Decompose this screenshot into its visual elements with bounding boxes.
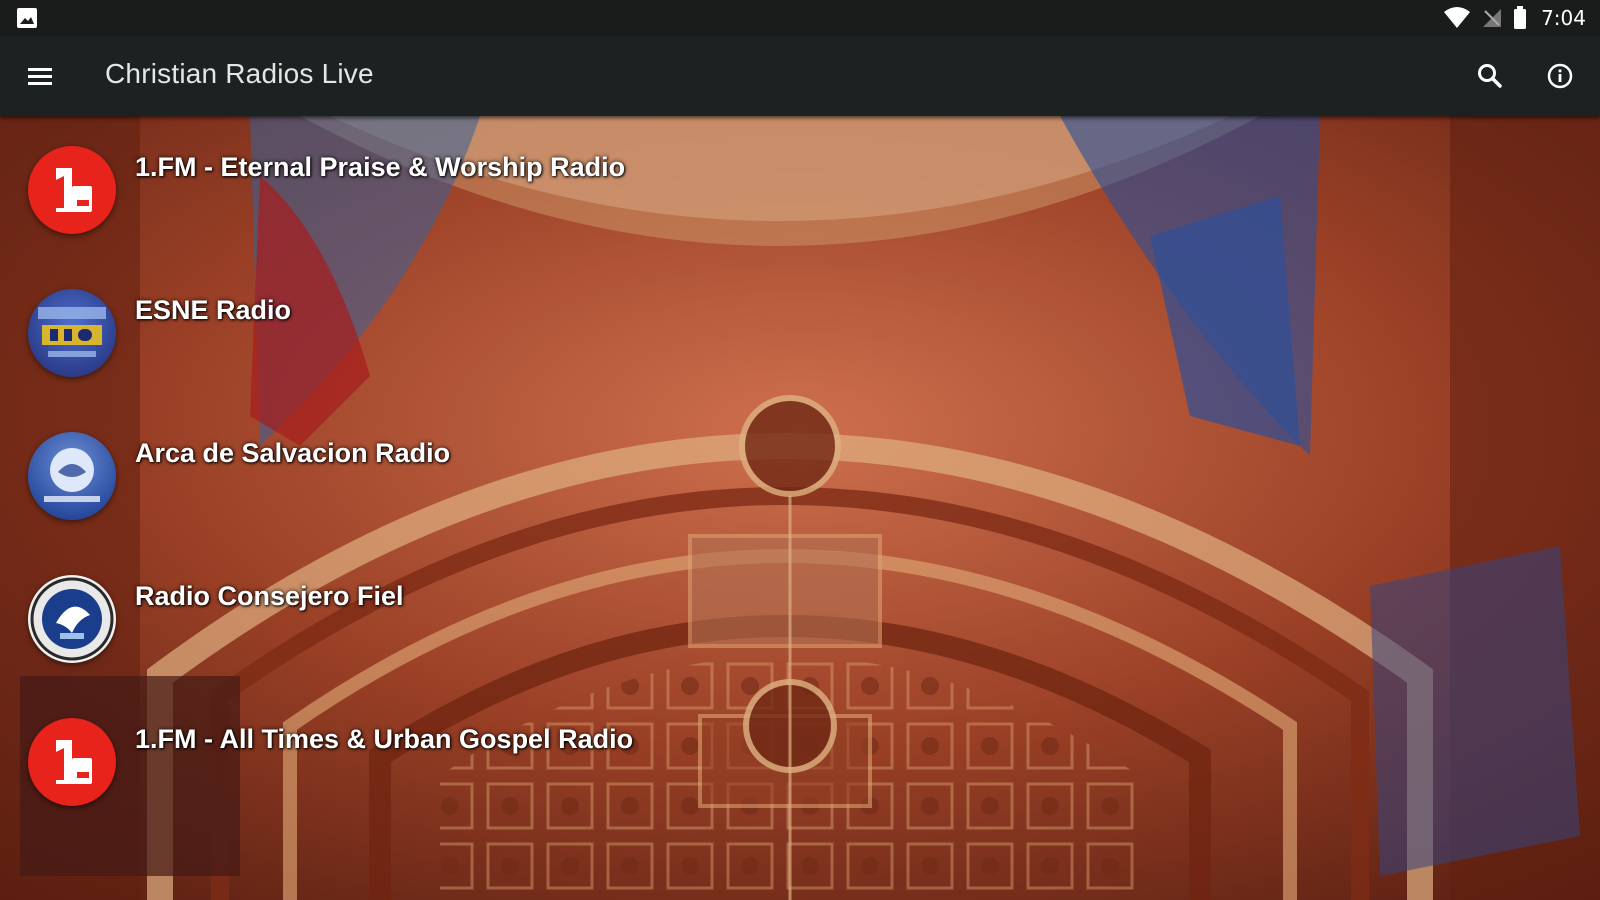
station-name: Arca de Salvacion Radio (135, 438, 451, 468)
esne-logo-icon (38, 307, 106, 357)
app-bar: Christian Radios Live (0, 36, 1600, 116)
menu-icon[interactable] (20, 56, 60, 96)
consejero-logo-icon (30, 577, 114, 661)
station-list-screen: 1.FM - Eternal Praise & Worship Radio ES… (0, 116, 1600, 900)
image-notification-icon (17, 8, 37, 28)
onefm-logo-icon (56, 740, 92, 784)
esne-logo (28, 289, 116, 377)
list-item[interactable]: 1.FM - Eternal Praise & Worship Radio (0, 116, 1600, 262)
status-time: 7:04 (1541, 6, 1586, 30)
signal-off-icon (1483, 9, 1502, 27)
wifi-icon (1444, 7, 1471, 28)
onefm-logo (28, 718, 116, 806)
consejero-logo (28, 575, 116, 663)
station-name: 1.FM - All Times & Urban Gospel Radio (135, 724, 634, 754)
page-title: Christian Radios Live (105, 58, 374, 89)
status-bar: 7:04 (0, 0, 1600, 36)
onefm-logo-icon (56, 168, 92, 212)
status-indicators: 7:04 (1443, 0, 1586, 36)
list-item[interactable]: Arca de Salvacion Radio (0, 402, 1600, 548)
station-name: Radio Consejero Fiel (135, 581, 404, 611)
search-icon[interactable] (1470, 56, 1510, 96)
list-item[interactable]: 1.FM - All Times & Urban Gospel Radio (0, 688, 1600, 834)
station-name: 1.FM - Eternal Praise & Worship Radio (135, 152, 626, 182)
station-name: ESNE Radio (135, 295, 292, 325)
onefm-logo (28, 146, 116, 234)
battery-icon (1514, 6, 1527, 29)
list-item[interactable]: ESNE Radio (0, 259, 1600, 405)
arca-logo-icon (44, 448, 100, 502)
list-item[interactable]: Radio Consejero Fiel (0, 545, 1600, 691)
info-icon[interactable] (1540, 56, 1580, 96)
arca-logo (28, 432, 116, 520)
